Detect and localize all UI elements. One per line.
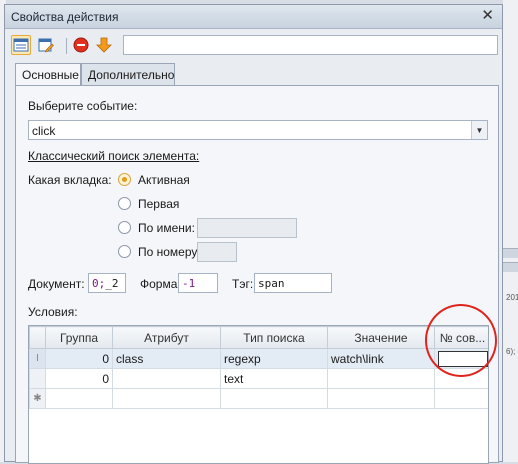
tab-number-field[interactable] [197,242,237,262]
tab-panel-main: Выберите событие: click ▼ Классический п… [15,85,499,464]
cell-search-type[interactable]: regexp [220,348,328,369]
tab-advanced[interactable]: Дополнительно [81,63,175,85]
row-indicator [29,368,46,389]
tag-label: Тэг: [232,277,254,291]
close-button[interactable]: ✕ [481,8,494,24]
column-header-group[interactable]: Группа [45,326,113,349]
background-snippet: 201 [506,293,518,302]
tag-field[interactable]: span [254,273,332,293]
column-header-attribute[interactable]: Атрибут [112,326,221,349]
toolbar [5,30,502,60]
stop-button[interactable] [71,35,91,55]
radio-active-label: Активная [138,173,190,187]
background-strip [503,262,518,272]
column-header-value[interactable]: Значение [327,326,435,349]
tab-main[interactable]: Основные [15,63,81,86]
conditions-label: Условия: [28,305,78,319]
radio-by-name[interactable] [118,221,131,234]
cell-match-number[interactable] [434,388,488,409]
radio-active[interactable] [118,173,131,186]
title-bar: Свойства действия ✕ [5,5,502,29]
move-down-button[interactable] [94,35,114,55]
table-header-row: Группа Атрибут Тип поиска Значение № сов… [29,326,488,349]
edit-table-icon [38,38,54,53]
background-app-right [503,0,518,462]
cell-search-type[interactable] [220,388,328,409]
form-label: Форма: [140,277,181,291]
cell-attribute[interactable] [112,388,221,409]
table-view-button[interactable] [11,35,31,55]
down-arrow-icon [96,37,112,53]
which-tab-label: Какая вкладка: [28,173,112,187]
table-row[interactable]: 0 text [29,368,488,389]
cell-group[interactable]: 0 [45,368,113,389]
new-row[interactable]: ✱ [29,388,488,409]
new-row-asterisk-icon: ✱ [29,388,46,409]
cell-group[interactable] [45,388,113,409]
background-snippet: 6); [506,347,516,356]
conditions-grid: Группа Атрибут Тип поиска Значение № сов… [28,325,489,464]
radio-by-name-label: По имени: [138,221,195,235]
radio-by-number[interactable] [118,245,131,258]
cell-value[interactable] [327,368,435,389]
classic-search-heading: Классический поиск элемента: [28,149,200,163]
row-indicator-header [29,326,46,349]
chevron-down-icon[interactable]: ▼ [471,121,487,139]
cell-value[interactable]: watch\link [327,348,435,369]
event-label: Выберите событие: [28,99,138,113]
edit-table-button[interactable] [36,35,56,55]
dialog-title: Свойства действия [11,10,119,24]
background-strip [503,248,518,258]
radio-by-number-label: По номеру: [138,245,201,259]
cell-attribute[interactable] [112,368,221,389]
radio-first-label: Первая [138,197,180,211]
event-select-value: click [32,124,56,138]
conditions-table: Группа Атрибут Тип поиска Значение № сов… [29,326,488,409]
column-header-search-type[interactable]: Тип поиска [220,326,328,349]
action-properties-dialog: Свойства действия ✕ Основные Дополнитель… [4,4,503,464]
cell-group[interactable]: 0 [45,348,113,369]
cell-search-type[interactable]: text [220,368,328,389]
command-input[interactable] [123,35,498,55]
stop-icon [73,37,89,53]
document-value-secondary: _2 [105,277,119,290]
cell-attribute[interactable]: class [112,348,221,369]
form-field[interactable]: -1 [178,273,218,293]
tab-name-field[interactable] [197,218,297,238]
event-select[interactable]: click ▼ [28,120,488,140]
cell-value[interactable] [327,388,435,409]
table-row[interactable]: I 0 class regexp watch\link [29,348,488,369]
document-label: Документ: [28,277,85,291]
document-field[interactable]: 0;_2 [88,273,126,293]
document-value-primary: 0; [92,277,106,290]
radio-first[interactable] [118,197,131,210]
row-indicator: I [29,348,46,369]
toolbar-separator [66,38,67,54]
table-view-icon [13,38,29,52]
